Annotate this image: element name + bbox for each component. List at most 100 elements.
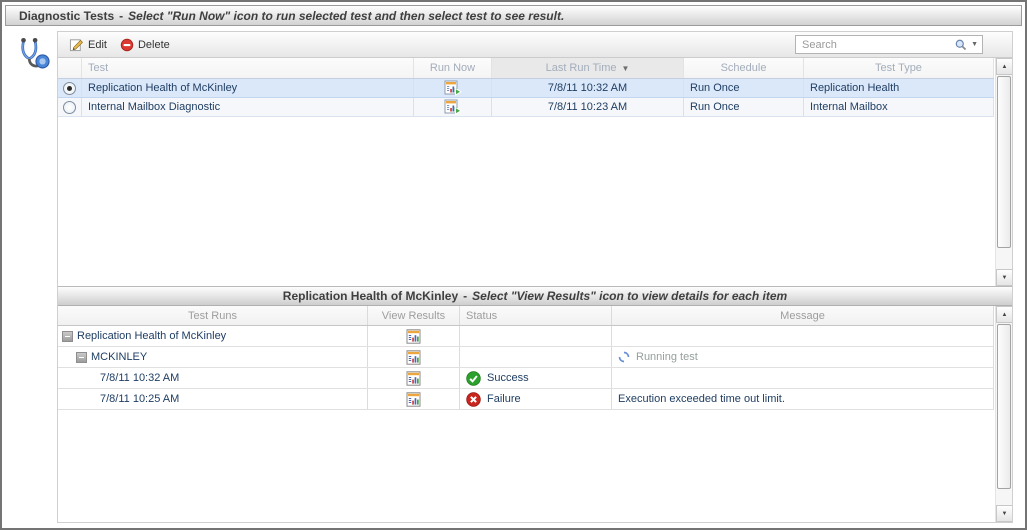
run-now-cell[interactable]: [414, 79, 492, 97]
edit-button-label: Edit: [88, 38, 107, 51]
diagnostic-tests-window: Diagnostic Tests - Select "Run Now" icon…: [0, 0, 1027, 530]
column-header-test-type[interactable]: Test Type: [804, 58, 994, 78]
last-run-time: 7/8/11 10:32 AM: [492, 79, 684, 97]
results-grid-scrollbar[interactable]: ▲ ▼: [995, 306, 1012, 522]
results-title-separator: -: [463, 289, 468, 303]
radio-icon: [63, 81, 76, 95]
minus-circle-icon: [120, 38, 134, 52]
view-results-cell[interactable]: [368, 347, 460, 367]
delete-button-label: Delete: [137, 38, 170, 51]
edit-button[interactable]: Edit: [64, 34, 115, 55]
test-run-label: 7/8/11 10:32 AM: [100, 372, 180, 384]
results-grid-header: Test Runs View Results Status Message: [58, 306, 994, 326]
row-radio[interactable]: [58, 98, 82, 116]
column-header-schedule[interactable]: Schedule: [684, 58, 804, 78]
result-row-success[interactable]: 7/8/11 10:32 AM Success: [58, 368, 994, 389]
running-test-label: Running test: [636, 351, 698, 363]
test-run-label: 7/8/11 10:25 AM: [100, 393, 180, 405]
status-cell: Success: [460, 368, 612, 388]
column-header-message[interactable]: Message: [612, 306, 994, 325]
radio-column-header: [58, 58, 82, 78]
report-chart-icon[interactable]: [406, 349, 421, 365]
toolbar: Edit Delete ▼: [58, 32, 1012, 58]
test-type: Internal Mailbox: [804, 98, 994, 116]
test-row-internal-mailbox[interactable]: Internal Mailbox Diagnostic 7/8/11 10:23…: [58, 98, 994, 117]
title-hint: Select "Run Now" icon to run selected te…: [128, 8, 565, 23]
result-row-server[interactable]: MCKINLEY Running test: [58, 347, 994, 368]
status-cell: [460, 347, 612, 367]
content-panel: Edit Delete ▼: [57, 31, 1013, 523]
view-results-cell[interactable]: [368, 326, 460, 346]
failure-message: Execution exceeded time out limit.: [618, 393, 785, 405]
test-run-label-cell: MCKINLEY: [58, 347, 368, 367]
results-section-hint: Select "View Results" icon to view detai…: [472, 289, 788, 303]
column-header-run-now[interactable]: Run Now: [414, 58, 492, 78]
minus-box-icon[interactable]: [76, 351, 87, 363]
results-section-title: Replication Health of McKinley: [282, 289, 459, 303]
scroll-down-button[interactable]: ▼: [996, 269, 1012, 286]
triangle-down-icon: ▼: [621, 63, 630, 73]
test-run-label-cell: 7/8/11 10:25 AM: [58, 389, 368, 409]
column-header-last-run-time[interactable]: Last Run Time ▼: [492, 58, 684, 78]
delete-button[interactable]: Delete: [115, 35, 178, 55]
chevron-down-icon[interactable]: ▼: [971, 41, 978, 48]
row-radio[interactable]: [58, 79, 82, 97]
scroll-down-button[interactable]: ▼: [996, 505, 1012, 522]
report-run-icon[interactable]: [444, 80, 462, 96]
tests-grid-header: Test Run Now Last Run Time ▼ Schedule Te…: [58, 58, 994, 79]
check-circle-icon: [466, 370, 481, 386]
test-run-label: Replication Health of McKinley: [77, 330, 227, 342]
status-cell: [460, 326, 612, 346]
test-run-label-cell: Replication Health of McKinley: [58, 326, 368, 346]
report-run-icon[interactable]: [444, 99, 462, 115]
window-title-bar: Diagnostic Tests - Select "Run Now" icon…: [5, 5, 1022, 26]
report-chart-icon[interactable]: [406, 328, 421, 344]
schedule: Run Once: [684, 98, 804, 116]
tests-grid-scrollbar[interactable]: ▲ ▼: [995, 58, 1012, 286]
column-header-status[interactable]: Status: [460, 306, 612, 325]
spinner-icon: [618, 351, 630, 363]
test-name: Internal Mailbox Diagnostic: [82, 98, 414, 116]
view-results-cell[interactable]: [368, 389, 460, 409]
status-label: Success: [487, 372, 529, 384]
test-type: Replication Health: [804, 79, 994, 97]
last-run-time: 7/8/11 10:23 AM: [492, 98, 684, 116]
scrollbar-thumb[interactable]: [997, 324, 1011, 489]
report-chart-icon[interactable]: [406, 391, 421, 407]
view-results-cell[interactable]: [368, 368, 460, 388]
message-cell: Execution exceeded time out limit.: [612, 389, 994, 409]
magnifier-icon[interactable]: [954, 38, 968, 52]
column-header-test-runs[interactable]: Test Runs: [58, 306, 368, 325]
search-input[interactable]: [800, 37, 955, 52]
message-cell: [612, 326, 994, 346]
minus-box-icon[interactable]: [62, 330, 73, 342]
scroll-up-button[interactable]: ▲: [996, 306, 1012, 323]
message-cell: Running test: [612, 347, 994, 367]
results-section-header: Replication Health of McKinley - Select …: [58, 286, 1012, 306]
status-label: Failure: [487, 393, 521, 405]
schedule: Run Once: [684, 79, 804, 97]
run-now-cell[interactable]: [414, 98, 492, 116]
results-grid: Test Runs View Results Status Message Re…: [58, 306, 1012, 522]
x-circle-icon: [466, 391, 481, 407]
pencil-icon: [69, 37, 84, 52]
radio-icon: [63, 100, 76, 114]
search-box[interactable]: ▼: [795, 35, 983, 54]
test-name: Replication Health of McKinley: [82, 79, 414, 97]
stethoscope-icon: [14, 35, 52, 73]
message-cell: [612, 368, 994, 388]
scrollbar-thumb[interactable]: [997, 76, 1011, 248]
status-cell: Failure: [460, 389, 612, 409]
column-header-test[interactable]: Test: [82, 58, 414, 78]
column-header-view-results[interactable]: View Results: [368, 306, 460, 325]
scroll-up-button[interactable]: ▲: [996, 58, 1012, 75]
page-title: Diagnostic Tests: [19, 8, 115, 23]
title-separator: -: [119, 8, 124, 23]
test-row-replication-health[interactable]: Replication Health of McKinley 7/8/11 10…: [58, 79, 994, 98]
result-row-test-root[interactable]: Replication Health of McKinley: [58, 326, 994, 347]
report-chart-icon[interactable]: [406, 370, 421, 386]
tests-grid: Test Run Now Last Run Time ▼ Schedule Te…: [58, 58, 1012, 286]
result-row-failure[interactable]: 7/8/11 10:25 AM Failure Execution exceed…: [58, 389, 994, 410]
test-run-label-cell: 7/8/11 10:32 AM: [58, 368, 368, 388]
test-run-label: MCKINLEY: [91, 351, 148, 363]
